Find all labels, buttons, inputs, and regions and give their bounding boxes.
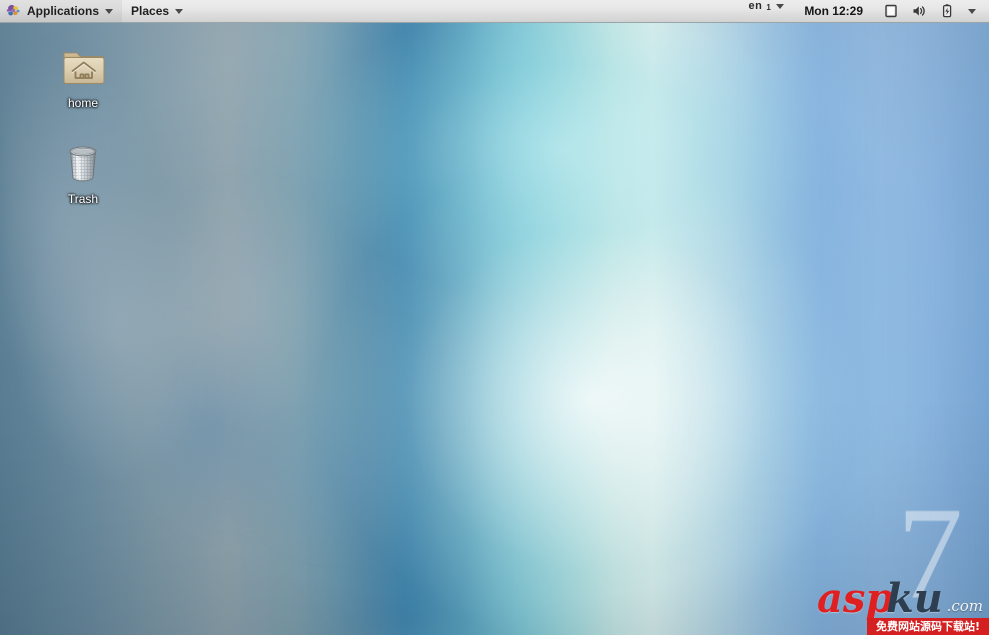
top-panel: Applications Places en 1 Mon 12:29 — [0, 0, 989, 23]
wallpaper-vignette — [0, 0, 989, 635]
wallpaper-seven-numeral: 7 — [897, 479, 963, 627]
wallpaper-dark-band — [0, 0, 989, 635]
battery-applet[interactable] — [933, 0, 961, 22]
wallpaper-base — [0, 0, 989, 635]
wallpaper-left-blobs — [0, 0, 989, 635]
keyboard-layout-label: en — [748, 0, 763, 12]
desktop-icon-home[interactable]: home — [40, 42, 126, 110]
speaker-volume-icon — [911, 3, 927, 19]
wallpaper-top-glow — [0, 0, 989, 635]
watermark-banner-text: 免费网站源码下载站! — [867, 618, 989, 635]
places-menu[interactable]: Places — [122, 0, 192, 22]
wallpaper-center-glow — [0, 0, 989, 635]
chevron-down-icon — [105, 8, 114, 14]
keyboard-layout-index: 1 — [766, 3, 772, 12]
chevron-down-icon — [175, 8, 184, 14]
desktop-icon-label: Trash — [67, 192, 99, 206]
clock-applet[interactable]: Mon 12:29 — [790, 0, 877, 22]
watermark-com-text: .com — [946, 597, 983, 615]
keyboard-layout-indicator[interactable]: en 1 — [743, 0, 791, 22]
watermark-asp-text: asp — [817, 575, 894, 622]
site-watermark: asp ku .com 免费网站源码下载站! — [809, 573, 989, 635]
desktop-icon-label: home — [67, 96, 99, 110]
desktop-icon-trash[interactable]: Trash — [40, 138, 126, 206]
places-menu-label: Places — [131, 4, 170, 18]
panel-left-section: Applications Places — [0, 0, 192, 22]
volume-applet[interactable] — [905, 0, 933, 22]
display-applet[interactable] — [877, 0, 905, 22]
gnome-foot-icon — [6, 3, 22, 19]
chevron-down-icon — [968, 8, 976, 14]
chevron-down-icon — [776, 4, 785, 9]
display-icon — [883, 3, 899, 19]
clock-label: Mon 12:29 — [804, 4, 863, 18]
panel-right-section: en 1 Mon 12:29 — [743, 0, 989, 22]
wallpaper-right-bands — [0, 0, 989, 635]
home-folder-icon — [59, 42, 107, 90]
user-menu[interactable] — [961, 0, 982, 22]
battery-charging-icon — [939, 3, 955, 19]
applications-menu[interactable]: Applications — [0, 0, 123, 22]
watermark-ku-text: ku — [886, 575, 943, 622]
applications-menu-label: Applications — [27, 4, 100, 18]
trash-can-icon — [59, 138, 107, 186]
desktop[interactable]: 7 Applications Places en 1 Mon 12:29 hom… — [0, 0, 989, 635]
